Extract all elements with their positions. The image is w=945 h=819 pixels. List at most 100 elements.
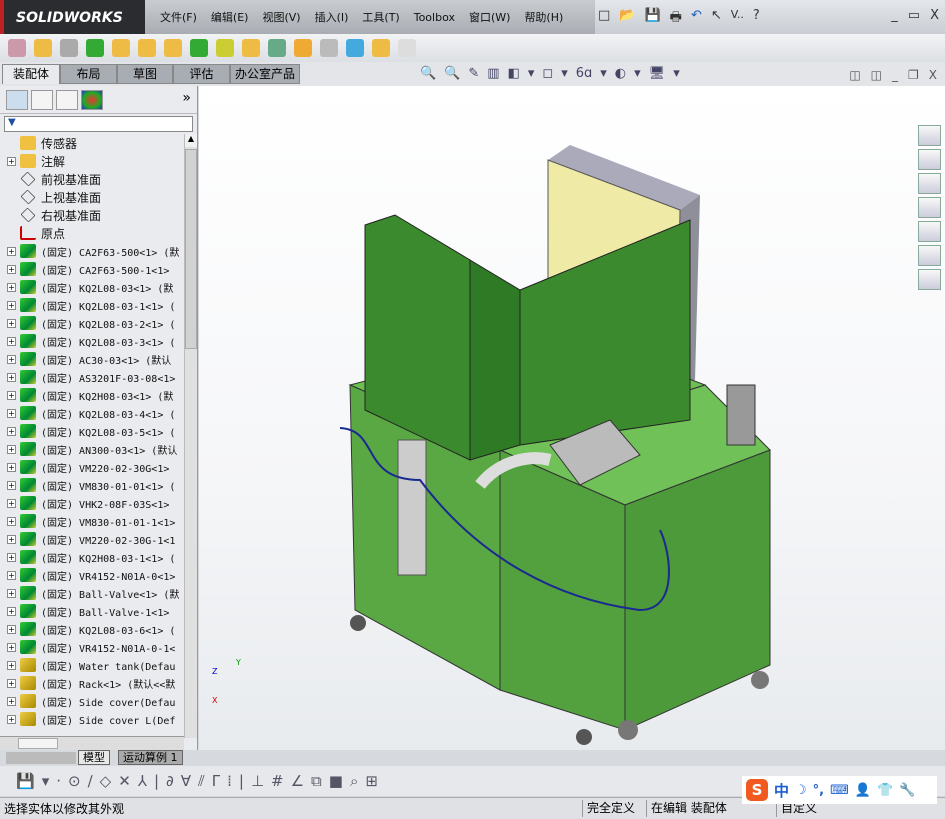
bottom-tab-0[interactable]: 模型 xyxy=(78,750,110,765)
tree-item[interactable]: + (固定) Rack<1> (默认<<默 xyxy=(0,674,184,692)
expand-icon[interactable]: + xyxy=(7,282,16,292)
tree-item[interactable]: 右视基准面 xyxy=(0,206,184,224)
appearances-icon[interactable] xyxy=(918,245,941,266)
sketch-tool-icon[interactable]: ◇ xyxy=(100,772,112,790)
assembly-tool-icon[interactable] xyxy=(268,39,286,57)
display-manager-tab[interactable] xyxy=(81,90,103,110)
expand-icon[interactable]: + xyxy=(7,696,16,706)
ime-tool-icon[interactable]: °, xyxy=(813,783,824,798)
home-icon[interactable] xyxy=(918,149,941,170)
tab-4[interactable]: 办公室产品 xyxy=(230,64,300,84)
expand-icon[interactable]: + xyxy=(7,408,16,418)
expand-panel-button[interactable]: » xyxy=(182,90,191,109)
solidworks-resources-icon[interactable] xyxy=(918,125,941,146)
tab-0[interactable]: 装配体 xyxy=(2,64,60,84)
tree-item[interactable]: + (固定) Side cover L(Def xyxy=(0,710,184,728)
ime-tool-icon[interactable]: 👤 xyxy=(855,783,871,798)
tile-right-icon[interactable]: ◫ xyxy=(871,68,882,82)
tree-vertical-scrollbar[interactable]: ▲ xyxy=(184,134,197,738)
menu-item[interactable]: 窗口(W) xyxy=(462,9,517,25)
sketch-tool-icon[interactable]: # xyxy=(271,772,284,790)
tree-item[interactable]: + (固定) CA2F63-500-1<1> xyxy=(0,260,184,278)
tree-item[interactable]: + (固定) AN300-03<1> (默认 xyxy=(0,440,184,458)
property-manager-tab[interactable] xyxy=(31,90,53,110)
tree-horizontal-scrollbar[interactable] xyxy=(0,736,184,750)
tree-item[interactable]: + (固定) VHK2-08F-03S<1> xyxy=(0,494,184,512)
sketch-tool-icon[interactable]: ▾ xyxy=(42,772,50,790)
view-tool-icon[interactable]: 6ɑ xyxy=(576,66,593,81)
expand-icon[interactable]: + xyxy=(7,462,16,472)
ime-tool-icon[interactable]: ☽ xyxy=(795,783,807,798)
view-tool-icon[interactable]: ▾ xyxy=(673,66,680,81)
viewport-minimize-button[interactable]: _ xyxy=(892,68,898,82)
view-tool-icon[interactable]: 🔍 xyxy=(444,66,460,81)
sketch-tool-icon[interactable]: ⧉ xyxy=(311,772,322,790)
scroll-thumb[interactable] xyxy=(185,149,197,349)
view-tool-icon[interactable]: ▾ xyxy=(600,66,607,81)
expand-icon[interactable]: + xyxy=(7,642,16,652)
tree-item[interactable]: 原点 xyxy=(0,224,184,242)
expand-icon[interactable]: + xyxy=(7,624,16,634)
sketch-tool-icon[interactable]: ⊞ xyxy=(365,772,378,790)
assembly-tool-icon[interactable] xyxy=(86,39,104,57)
tab-2[interactable]: 草图 xyxy=(117,64,173,84)
tab-3[interactable]: 评估 xyxy=(173,64,230,84)
assembly-tool-icon[interactable] xyxy=(398,39,416,57)
filter-dropdown[interactable]: ▼ xyxy=(4,116,193,132)
sketch-tool-icon[interactable]: ⅄ xyxy=(138,772,147,790)
configuration-manager-tab[interactable] xyxy=(56,90,78,110)
tab-scroll-arrows[interactable] xyxy=(6,752,76,764)
assembly-tool-icon[interactable] xyxy=(164,39,182,57)
expand-icon[interactable]: + xyxy=(7,390,16,400)
view-button[interactable]: V.. xyxy=(731,8,744,30)
minimize-button[interactable]: _ xyxy=(891,8,898,23)
tree-item[interactable]: + (固定) Water tank(Defau xyxy=(0,656,184,674)
assembly-tool-icon[interactable] xyxy=(60,39,78,57)
view-tool-icon[interactable]: ◧ xyxy=(508,66,520,81)
view-tool-icon[interactable]: ▥ xyxy=(487,66,499,81)
view-tool-icon[interactable]: ◻ xyxy=(542,66,553,81)
save-icon[interactable]: 💾 xyxy=(644,8,660,30)
view-tool-icon[interactable]: 🔍 xyxy=(420,66,436,81)
ime-tool-icon[interactable]: 👕 xyxy=(877,783,893,798)
graphics-area[interactable] xyxy=(199,86,945,750)
sketch-tool-icon[interactable]: · xyxy=(56,772,61,790)
tree-item[interactable]: + (固定) AC30-03<1> (默认 xyxy=(0,350,184,368)
view-tool-icon[interactable]: ◐ xyxy=(615,66,626,81)
tree-item[interactable]: + (固定) AS3201F-03-08<1> xyxy=(0,368,184,386)
view-tool-icon[interactable]: ▾ xyxy=(561,66,568,81)
sketch-tool-icon[interactable]: ■ xyxy=(329,772,343,790)
view-tool-icon[interactable]: ✎ xyxy=(468,66,479,81)
tree-item[interactable]: + (固定) Ball-Valve-1<1> xyxy=(0,602,184,620)
tree-item[interactable]: + (固定) KQ2L08-03-6<1> ( xyxy=(0,620,184,638)
view-tool-icon[interactable]: ▾ xyxy=(634,66,641,81)
expand-icon[interactable]: + xyxy=(7,516,16,526)
sketch-tool-icon[interactable]: ⊙ xyxy=(68,772,81,790)
expand-icon[interactable]: + xyxy=(7,354,16,364)
sketch-tool-icon[interactable]: 💾 xyxy=(16,772,35,790)
undo-icon[interactable]: ↶ xyxy=(691,8,702,30)
assembly-tool-icon[interactable] xyxy=(34,39,52,57)
tree-item[interactable]: + (固定) VM830-01-01<1> ( xyxy=(0,476,184,494)
expand-icon[interactable]: + xyxy=(7,444,16,454)
expand-icon[interactable]: + xyxy=(7,156,16,166)
sketch-tool-icon[interactable]: ✕ xyxy=(118,772,131,790)
assembly-model[interactable] xyxy=(199,86,945,750)
select-icon[interactable]: ↖ xyxy=(711,8,722,30)
expand-icon[interactable]: + xyxy=(7,714,16,724)
scroll-up-arrow[interactable]: ▲ xyxy=(185,134,197,147)
ime-language[interactable]: 中 xyxy=(774,780,789,801)
expand-icon[interactable]: + xyxy=(7,498,16,508)
expand-icon[interactable]: + xyxy=(7,246,16,256)
assembly-tool-icon[interactable] xyxy=(138,39,156,57)
view-palette-icon[interactable] xyxy=(918,221,941,242)
ime-tool-icon[interactable]: 🔧 xyxy=(899,783,915,798)
assembly-tool-icon[interactable] xyxy=(372,39,390,57)
ime-tool-icon[interactable]: ⌨ xyxy=(830,783,849,798)
tree-item[interactable]: + (固定) VM830-01-01-1<1> xyxy=(0,512,184,530)
tree-item[interactable]: 前视基准面 xyxy=(0,170,184,188)
tree-item[interactable]: + (固定) Ball-Valve<1> (默 xyxy=(0,584,184,602)
view-tool-icon[interactable]: 🖥 xyxy=(649,66,666,81)
tree-item[interactable]: + (固定) KQ2L08-03-1<1> ( xyxy=(0,296,184,314)
sketch-tool-icon[interactable]: | xyxy=(154,772,159,790)
